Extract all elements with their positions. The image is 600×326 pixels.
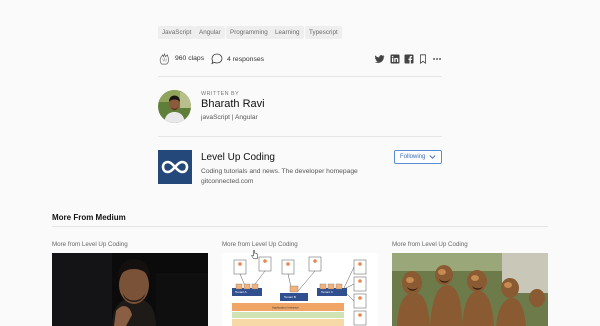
tag-angular[interactable]: Angular (195, 26, 225, 39)
card-label[interactable]: More from Level Up Coding (392, 241, 468, 248)
tag-javascript[interactable]: JavaScript (158, 26, 196, 39)
author-name[interactable]: Bharath Ravi (201, 98, 265, 110)
publication-name[interactable]: Level Up Coding (201, 152, 275, 163)
mouse-cursor-icon (251, 250, 259, 260)
clap-count: 960 claps (175, 55, 205, 62)
card-label[interactable]: More from Level Up Coding (222, 241, 298, 248)
twitter-icon[interactable] (375, 54, 385, 64)
more-from-medium-heading: More From Medium (52, 213, 126, 222)
svg-text:Tenant B: Tenant B (284, 295, 296, 299)
chevron-down-icon (429, 155, 436, 159)
tag-programming[interactable]: Programming (226, 26, 272, 39)
card-thumbnail-portrait[interactable] (52, 253, 208, 326)
publication-description: Coding tutorials and news. The developer… (201, 168, 358, 175)
divider (158, 76, 442, 77)
following-button[interactable]: Following (394, 150, 442, 164)
response-count[interactable]: 4 responses (227, 56, 264, 63)
response-icon[interactable] (211, 53, 223, 65)
card-thumbnail-diagram[interactable]: Tenant A Tenant B Tenant C Application I… (222, 253, 378, 326)
divider (158, 136, 442, 137)
card-label[interactable]: More from Level Up Coding (52, 241, 128, 248)
clap-icon[interactable] (158, 53, 171, 66)
svg-text:Tenant C: Tenant C (321, 290, 334, 294)
publication-url[interactable]: gitconnected.com (201, 178, 253, 185)
author-bio: javaScript | Angular (201, 114, 258, 121)
card-thumbnail-statues[interactable] (392, 253, 548, 326)
more-icon[interactable] (432, 54, 442, 64)
publication-logo[interactable] (158, 150, 192, 184)
infinity-logo-icon (161, 160, 189, 174)
written-by-label: WRITTEN BY (201, 91, 240, 97)
article-actions-row: 960 claps 4 responses (158, 52, 442, 68)
svg-text:Tenant A: Tenant A (235, 290, 247, 294)
facebook-icon[interactable] (404, 54, 414, 64)
divider (52, 226, 548, 227)
bookmark-icon[interactable] (418, 54, 428, 64)
linkedin-icon[interactable] (390, 54, 400, 64)
author-avatar[interactable] (158, 90, 191, 123)
svg-text:Application Instance: Application Instance (272, 306, 299, 310)
tag-typescript[interactable]: Typescript (305, 26, 342, 39)
tag-learning[interactable]: Learning (271, 26, 304, 39)
following-label: Following (400, 154, 426, 160)
